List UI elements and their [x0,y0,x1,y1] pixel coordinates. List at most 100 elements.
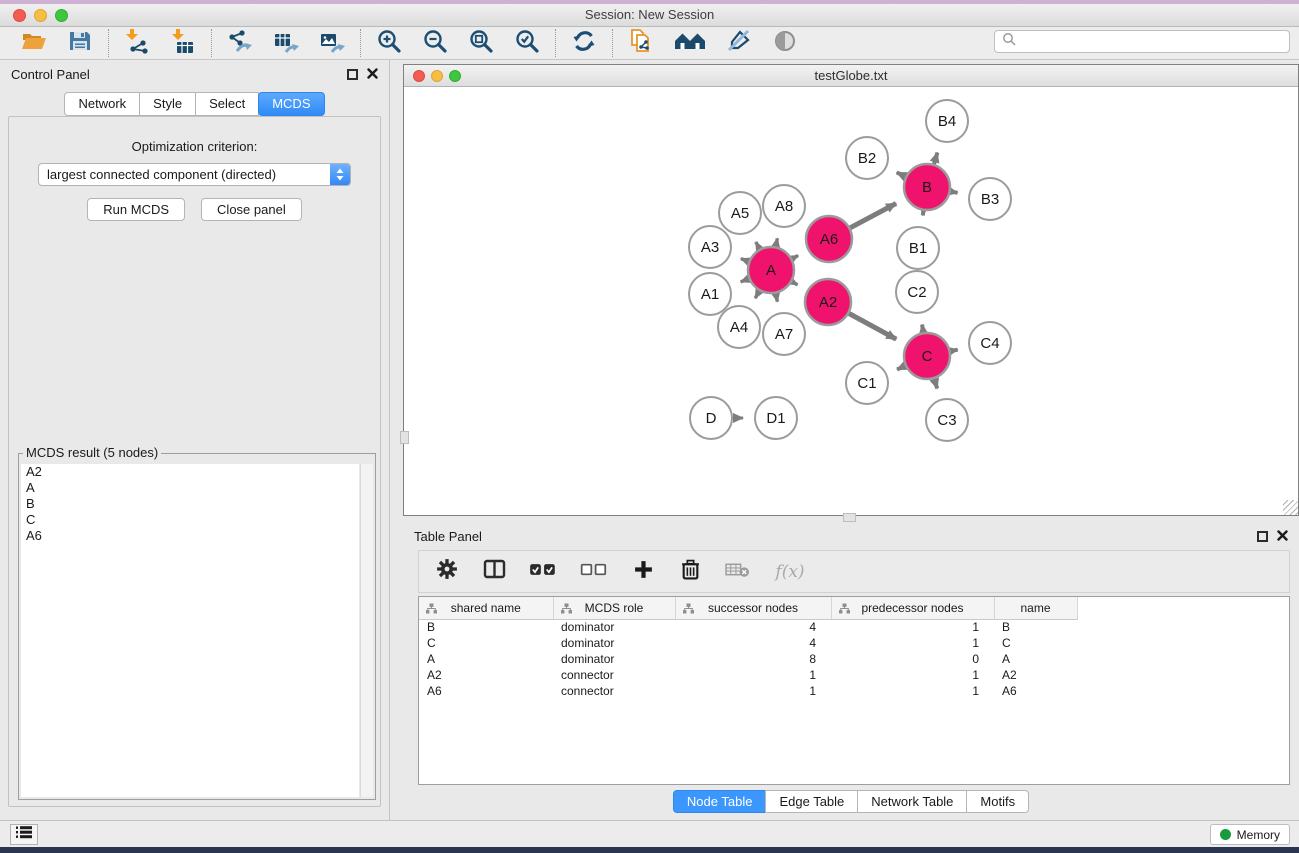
column-header-successor-nodes[interactable]: successor nodes [675,597,831,619]
edge-C-C3[interactable] [934,379,937,389]
cell-predecessor-nodes[interactable]: 1 [831,667,994,683]
tab-network[interactable]: Network [64,92,140,116]
tab-network-table[interactable]: Network Table [857,790,967,813]
cell-mcds-role[interactable]: connector [553,667,675,683]
tab-motifs[interactable]: Motifs [966,790,1029,813]
zoom-out-button[interactable] [420,29,450,57]
node-B2[interactable]: B2 [846,137,888,179]
node-C3[interactable]: C3 [926,399,968,441]
close-table-panel-icon[interactable] [1277,529,1288,544]
mcds-result-item[interactable]: A [21,480,359,496]
cell-mcds-role[interactable]: dominator [553,619,675,635]
mcds-result-item[interactable]: C [21,512,359,528]
splitter-handle-vertical[interactable] [400,431,409,444]
cell-successor-nodes[interactable]: 8 [675,651,831,667]
edge-B-B3[interactable] [951,192,958,193]
edge-B-B2[interactable] [897,172,906,176]
import-network-button[interactable] [122,29,152,57]
cell-shared-name[interactable]: C [419,635,553,651]
node-A7[interactable]: A7 [763,313,805,355]
node-A5[interactable]: A5 [719,192,761,234]
node-C4[interactable]: C4 [969,322,1011,364]
zoom-fit-button[interactable] [466,29,496,57]
table-row[interactable]: A2connector11A2 [419,667,1289,683]
mcds-result-item[interactable]: B [21,496,359,512]
node-A6[interactable]: A6 [806,216,852,262]
delete-row-button[interactable] [677,559,703,585]
node-D1[interactable]: D1 [755,397,797,439]
edge-A-A8[interactable] [776,238,778,246]
zoom-selected-button[interactable] [512,29,542,57]
tab-select[interactable]: Select [195,92,259,116]
edge-A-A3[interactable] [741,259,749,262]
deselect-all-button[interactable] [579,559,609,585]
edge-A-A6[interactable] [792,256,798,259]
node-B3[interactable]: B3 [969,178,1011,220]
float-panel-button[interactable] [347,69,358,80]
network-minimize-button[interactable] [431,70,443,82]
mcds-result-item[interactable]: A6 [21,528,359,544]
cell-name[interactable]: A [994,651,1077,667]
cell-successor-nodes[interactable]: 4 [675,635,831,651]
column-header-name[interactable]: name [994,597,1077,619]
node-A4[interactable]: A4 [718,306,760,348]
export-table-button[interactable] [271,29,301,57]
edge-A2-C[interactable] [849,314,896,340]
network-canvas[interactable]: AA1A2A3A4A5A6A7A8BB1B2B3B4CC1C2C3C4DD1 [404,87,1298,515]
node-C1[interactable]: C1 [846,362,888,404]
cell-shared-name[interactable]: A2 [419,667,553,683]
node-D[interactable]: D [690,397,732,439]
table-row[interactable]: Bdominator41B [419,619,1289,635]
memory-button[interactable]: Memory [1210,824,1290,845]
cell-shared-name[interactable]: A6 [419,683,553,699]
network-close-button[interactable] [413,70,425,82]
close-panel-button[interactable]: Close panel [201,198,302,221]
edge-C-C4[interactable] [951,350,958,351]
cell-mcds-role[interactable]: dominator [553,635,675,651]
show-home-button[interactable] [672,29,708,57]
task-history-button[interactable] [10,824,38,845]
table-row[interactable]: A6connector11A6 [419,683,1289,699]
cell-predecessor-nodes[interactable]: 0 [831,651,994,667]
table-row[interactable]: Cdominator41C [419,635,1289,651]
add-column-button[interactable] [630,559,656,585]
edge-A-A5[interactable] [756,242,760,249]
export-network-button[interactable] [225,29,255,57]
search-input[interactable] [994,30,1290,53]
cell-successor-nodes[interactable]: 1 [675,683,831,699]
node-B1[interactable]: B1 [897,227,939,269]
cell-predecessor-nodes[interactable]: 1 [831,635,994,651]
column-header-mcds-role[interactable]: MCDS role [553,597,675,619]
edge-B-B1[interactable] [923,211,924,216]
node-A[interactable]: A [748,247,794,293]
run-mcds-button[interactable]: Run MCDS [87,198,185,221]
node-A3[interactable]: A3 [689,226,731,268]
cell-shared-name[interactable]: A [419,651,553,667]
function-builder-button[interactable]: f(x) [771,559,809,585]
open-file-button[interactable] [19,29,49,57]
cell-shared-name[interactable]: B [419,619,553,635]
cell-name[interactable]: C [994,635,1077,651]
export-image-button[interactable] [317,29,347,57]
float-table-panel-button[interactable] [1257,531,1268,542]
cell-name[interactable]: A6 [994,683,1077,699]
splitter-handle-horizontal[interactable] [843,513,856,522]
cell-predecessor-nodes[interactable]: 1 [831,619,994,635]
edge-A-A7[interactable] [776,294,778,302]
node-A8[interactable]: A8 [763,185,805,227]
delete-column-button[interactable] [724,559,750,585]
tab-style[interactable]: Style [139,92,196,116]
close-panel-icon[interactable] [367,67,378,82]
zoom-in-button[interactable] [374,29,404,57]
import-table-button[interactable] [168,29,198,57]
edge-B-B4[interactable] [934,153,937,164]
node-B[interactable]: B [904,164,950,210]
mcds-result-item[interactable]: A2 [21,464,359,480]
select-all-button[interactable] [528,559,558,585]
cell-successor-nodes[interactable]: 1 [675,667,831,683]
table-row[interactable]: Adominator80A [419,651,1289,667]
show-graphics-details-button[interactable] [770,29,800,57]
column-header-predecessor-nodes[interactable]: predecessor nodes [831,597,994,619]
tab-edge-table[interactable]: Edge Table [765,790,858,813]
node-C2[interactable]: C2 [896,271,938,313]
